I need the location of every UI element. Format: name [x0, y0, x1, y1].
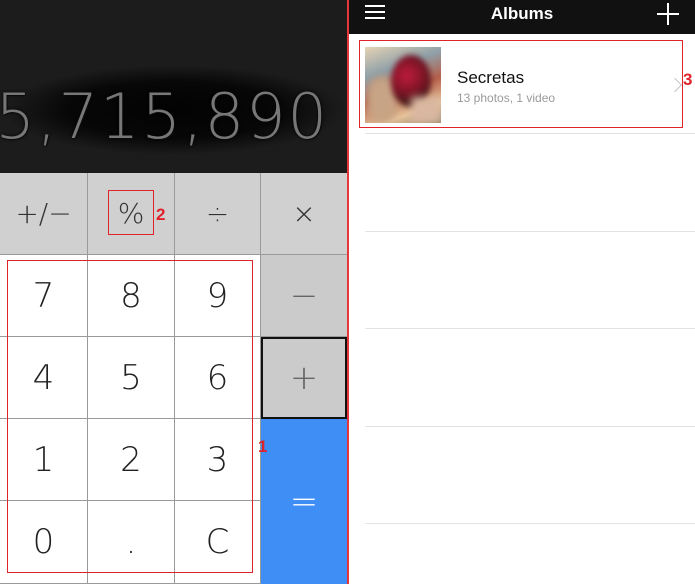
key-4[interactable]: 4: [0, 337, 88, 419]
key-3[interactable]: 3: [175, 419, 261, 501]
row-separator: [365, 133, 695, 134]
display-value: 35,715,890: [0, 80, 329, 153]
key-5[interactable]: 5: [88, 337, 175, 419]
navigation-bar: Albums: [349, 0, 695, 34]
album-name: Secretas: [457, 68, 525, 87]
key-7[interactable]: 7: [0, 255, 88, 337]
plus-minus-key[interactable]: +/−: [0, 173, 88, 255]
divide-key[interactable]: ÷: [175, 173, 261, 255]
row-separator: [365, 426, 695, 427]
album-meta: 13 photos, 1 video: [457, 91, 556, 105]
decimal-key[interactable]: .: [88, 501, 175, 584]
key-8[interactable]: 8: [88, 255, 175, 337]
clear-key[interactable]: C: [175, 501, 261, 584]
page-title: Albums: [490, 4, 554, 23]
row-separator: [365, 231, 695, 232]
calculator-app: 35,715,890 +/− % ÷ × 7 8 9 4 5 6 1 2 3 0…: [0, 0, 347, 584]
plus-icon[interactable]: [657, 3, 679, 25]
album-row[interactable]: Secretas 13 photos, 1 video: [359, 40, 695, 132]
subtract-key[interactable]: −: [261, 255, 347, 337]
percent-highlight-label: 2: [156, 205, 166, 224]
key-9[interactable]: 9: [175, 255, 261, 337]
key-2[interactable]: 2: [88, 419, 175, 501]
chevron-right-icon: [667, 77, 683, 93]
add-key[interactable]: +: [261, 337, 347, 419]
row-separator: [365, 328, 695, 329]
album-highlight-label: 3: [683, 70, 693, 89]
key-6[interactable]: 6: [175, 337, 261, 419]
equals-key[interactable]: =: [261, 419, 347, 584]
multiply-key[interactable]: ×: [261, 173, 347, 255]
key-0[interactable]: 0: [0, 501, 88, 584]
key-1[interactable]: 1: [0, 419, 88, 501]
row-separator: [365, 523, 695, 524]
albums-screen: Albums Secretas 13 photos, 1 video 3: [349, 0, 695, 584]
calculator-display: 35,715,890: [0, 0, 347, 173]
album-thumbnail: [365, 47, 441, 123]
keypad-highlight-label: 1: [258, 437, 268, 456]
